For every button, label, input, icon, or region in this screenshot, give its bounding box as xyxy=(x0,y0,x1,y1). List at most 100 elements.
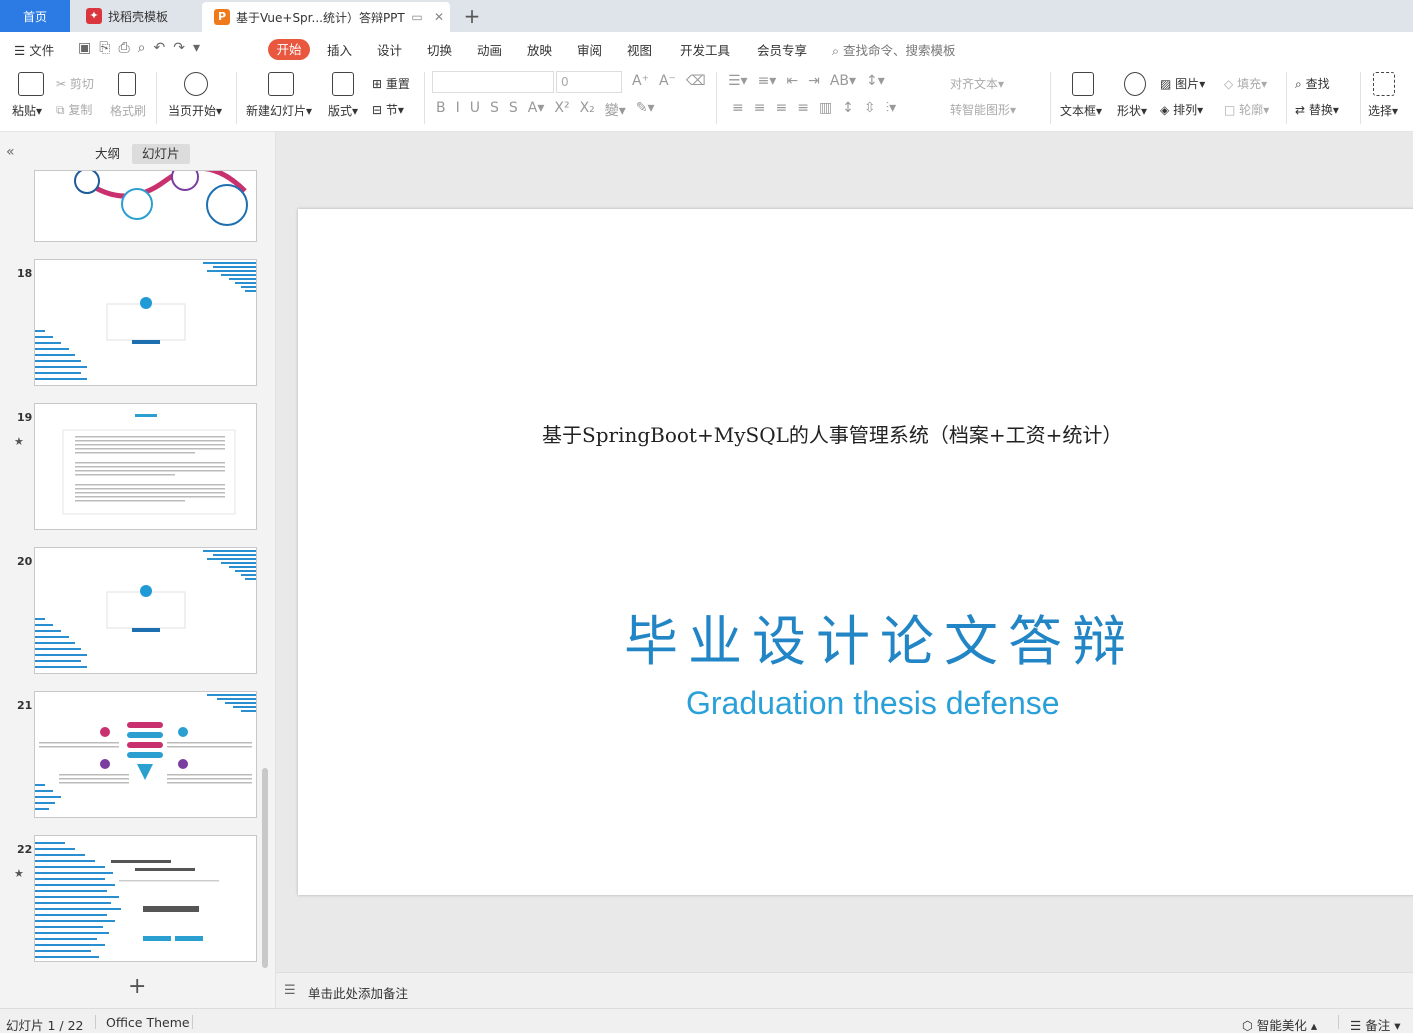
notes-placeholder[interactable]: 单击此处添加备注 xyxy=(308,983,408,1002)
slide-thumbnail-21[interactable] xyxy=(34,691,257,818)
menu-animation[interactable]: 动画 xyxy=(477,40,502,59)
cut-button[interactable]: ✂ 剪切 xyxy=(56,75,94,92)
slide-thumbnail-19[interactable] xyxy=(34,403,257,530)
font-family-select[interactable] xyxy=(432,71,554,93)
shape-icon[interactable] xyxy=(1124,72,1146,96)
file-menu[interactable]: ☰ 文件 xyxy=(14,40,54,59)
export-icon[interactable]: ⎘ xyxy=(99,40,110,56)
new-slide-icon[interactable] xyxy=(268,72,294,96)
notes-bar[interactable]: ☰ 单击此处添加备注 xyxy=(276,972,1413,1008)
new-tab-button[interactable]: + xyxy=(460,0,484,32)
align-right-icon[interactable]: ≡ xyxy=(775,100,787,116)
tab-outline[interactable]: 大纲 xyxy=(85,144,130,164)
line-spacing-icon[interactable]: ↕ xyxy=(842,100,854,116)
decrease-indent-icon[interactable]: ⇤ xyxy=(786,73,798,89)
menu-member[interactable]: 会员专享 xyxy=(757,40,807,59)
new-slide-button[interactable]: 新建幻灯片▾ xyxy=(246,102,312,119)
preview-icon[interactable]: ⌕ xyxy=(138,40,146,56)
copy-button[interactable]: ⧉ 复制 xyxy=(56,101,92,118)
undo-icon[interactable]: ↶ xyxy=(153,40,165,56)
text-direction-icon[interactable]: AB▾ xyxy=(830,73,856,89)
tab-slides[interactable]: 幻灯片 xyxy=(132,144,190,164)
add-slide-button[interactable]: + xyxy=(128,974,146,999)
replace-button[interactable]: ⇄ 替换▾ xyxy=(1295,101,1339,118)
collapse-panel-icon[interactable]: « xyxy=(6,144,15,160)
textbox-icon[interactable] xyxy=(1072,72,1094,96)
textbox-button[interactable]: 文本框▾ xyxy=(1060,102,1102,119)
shadow-icon[interactable]: S xyxy=(509,100,518,120)
picture-button[interactable]: ▨ 图片▾ xyxy=(1160,75,1205,92)
tab-document[interactable]: P 基于Vue+Spr...统计）答辩PPT ▭ ✕ xyxy=(202,2,450,32)
menu-design[interactable]: 设计 xyxy=(377,40,402,59)
menu-play[interactable]: 放映 xyxy=(527,40,552,59)
align-left-icon[interactable]: ≡ xyxy=(732,100,744,116)
slide-thumbnail-17[interactable] xyxy=(34,170,257,242)
sort-icon[interactable]: ↕▾ xyxy=(866,73,885,89)
smart-shape-button[interactable]: 转智能图形▾ xyxy=(950,101,1016,118)
command-search[interactable]: ⌕ 查找命令、搜索模板 xyxy=(832,40,956,59)
italic-icon[interactable]: I xyxy=(456,100,460,120)
current-slide[interactable]: 基于SpringBoot+MySQL的人事管理系统（档案+工资+统计） 毕业设计… xyxy=(298,209,1413,895)
paste-button[interactable]: 粘贴▾ xyxy=(12,102,42,119)
reset-button[interactable]: ⊞ 重置 xyxy=(372,75,410,92)
justify-icon[interactable]: ≡ xyxy=(797,100,809,116)
beautify-button[interactable]: ⬡ 智能美化 ▴ xyxy=(1242,1015,1317,1033)
slide-thumbnail-22[interactable] xyxy=(34,835,257,962)
distribute-icon[interactable]: ▥ xyxy=(819,100,832,116)
window-icon[interactable]: ▭ xyxy=(406,10,428,24)
column-icon[interactable]: ⫶▾ xyxy=(886,100,897,116)
bold-icon[interactable]: B xyxy=(436,100,446,120)
menu-devtools[interactable]: 开发工具 xyxy=(680,40,730,59)
numbered-list-icon[interactable]: ≡▾ xyxy=(758,73,777,89)
redo-icon[interactable]: ↷ xyxy=(173,40,185,56)
layout-icon[interactable] xyxy=(332,72,354,96)
notes-toggle-button[interactable]: ☰ 备注 ▾ xyxy=(1350,1015,1400,1033)
grow-font-icon[interactable]: A⁺ xyxy=(632,73,649,89)
tab-home[interactable]: 首页 xyxy=(0,0,70,32)
menu-switch[interactable]: 切换 xyxy=(427,40,452,59)
arrange-button[interactable]: ◈ 排列▾ xyxy=(1160,101,1203,118)
slide-title[interactable]: 毕业设计论文答辩 xyxy=(624,597,1136,676)
clear-format-icon[interactable]: ⌫ xyxy=(686,73,706,89)
increase-indent-icon[interactable]: ⇥ xyxy=(808,73,820,89)
shape-button[interactable]: 形状▾ xyxy=(1117,102,1147,119)
menu-view[interactable]: 视图 xyxy=(627,40,652,59)
strikethrough-icon[interactable]: S xyxy=(490,100,499,120)
format-painter-button[interactable]: 格式刷 xyxy=(110,102,146,119)
underline-icon[interactable]: U xyxy=(470,100,480,120)
slide-thumbnail-18[interactable] xyxy=(34,259,257,386)
print-icon[interactable]: ⎙ xyxy=(118,40,129,56)
font-size-select[interactable]: 0 xyxy=(556,71,622,93)
bullet-list-icon[interactable]: ☰▾ xyxy=(728,73,748,89)
format-painter-icon[interactable] xyxy=(118,72,136,96)
superscript-icon[interactable]: X² xyxy=(554,100,569,120)
from-current-button[interactable]: 当页开始▾ xyxy=(168,102,222,119)
play-icon[interactable] xyxy=(184,72,208,96)
save-icon[interactable]: ▣ xyxy=(78,40,91,56)
paste-icon[interactable] xyxy=(18,72,44,96)
font-color-icon[interactable]: A▾ xyxy=(528,100,545,120)
close-icon[interactable]: ✕ xyxy=(428,10,450,24)
select-button[interactable]: 选择▾ xyxy=(1368,102,1398,119)
menu-start[interactable]: 开始 xyxy=(268,39,310,60)
phonetic-icon[interactable]: 變▾ xyxy=(605,100,626,120)
select-icon[interactable] xyxy=(1373,72,1395,96)
subscript-icon[interactable]: X₂ xyxy=(580,100,595,120)
slides-scrollbar[interactable] xyxy=(262,768,268,968)
slide-title-en[interactable]: Graduation thesis defense xyxy=(686,685,1060,722)
slide-thumbnail-20[interactable] xyxy=(34,547,257,674)
highlight-icon[interactable]: ✎▾ xyxy=(636,100,655,120)
paragraph-spacing-icon[interactable]: ⇳ xyxy=(864,100,876,116)
align-text-button[interactable]: 对齐文本▾ xyxy=(950,75,1004,92)
align-center-icon[interactable]: ≡ xyxy=(754,100,766,116)
menu-insert[interactable]: 插入 xyxy=(327,40,352,59)
find-button[interactable]: ⌕ 查找 xyxy=(1295,75,1330,92)
slide-subtitle[interactable]: 基于SpringBoot+MySQL的人事管理系统（档案+工资+统计） xyxy=(542,419,1122,448)
layout-button[interactable]: 版式▾ xyxy=(328,102,358,119)
shrink-font-icon[interactable]: A⁻ xyxy=(659,73,676,89)
outline-button[interactable]: □ 轮廓▾ xyxy=(1224,101,1269,118)
customize-icon[interactable]: ▾ xyxy=(193,40,200,56)
tab-daoke-templates[interactable]: ✦ 找稻壳模板 xyxy=(74,0,198,32)
menu-review[interactable]: 审阅 xyxy=(577,40,602,59)
fill-button[interactable]: ◇ 填充▾ xyxy=(1224,75,1267,92)
